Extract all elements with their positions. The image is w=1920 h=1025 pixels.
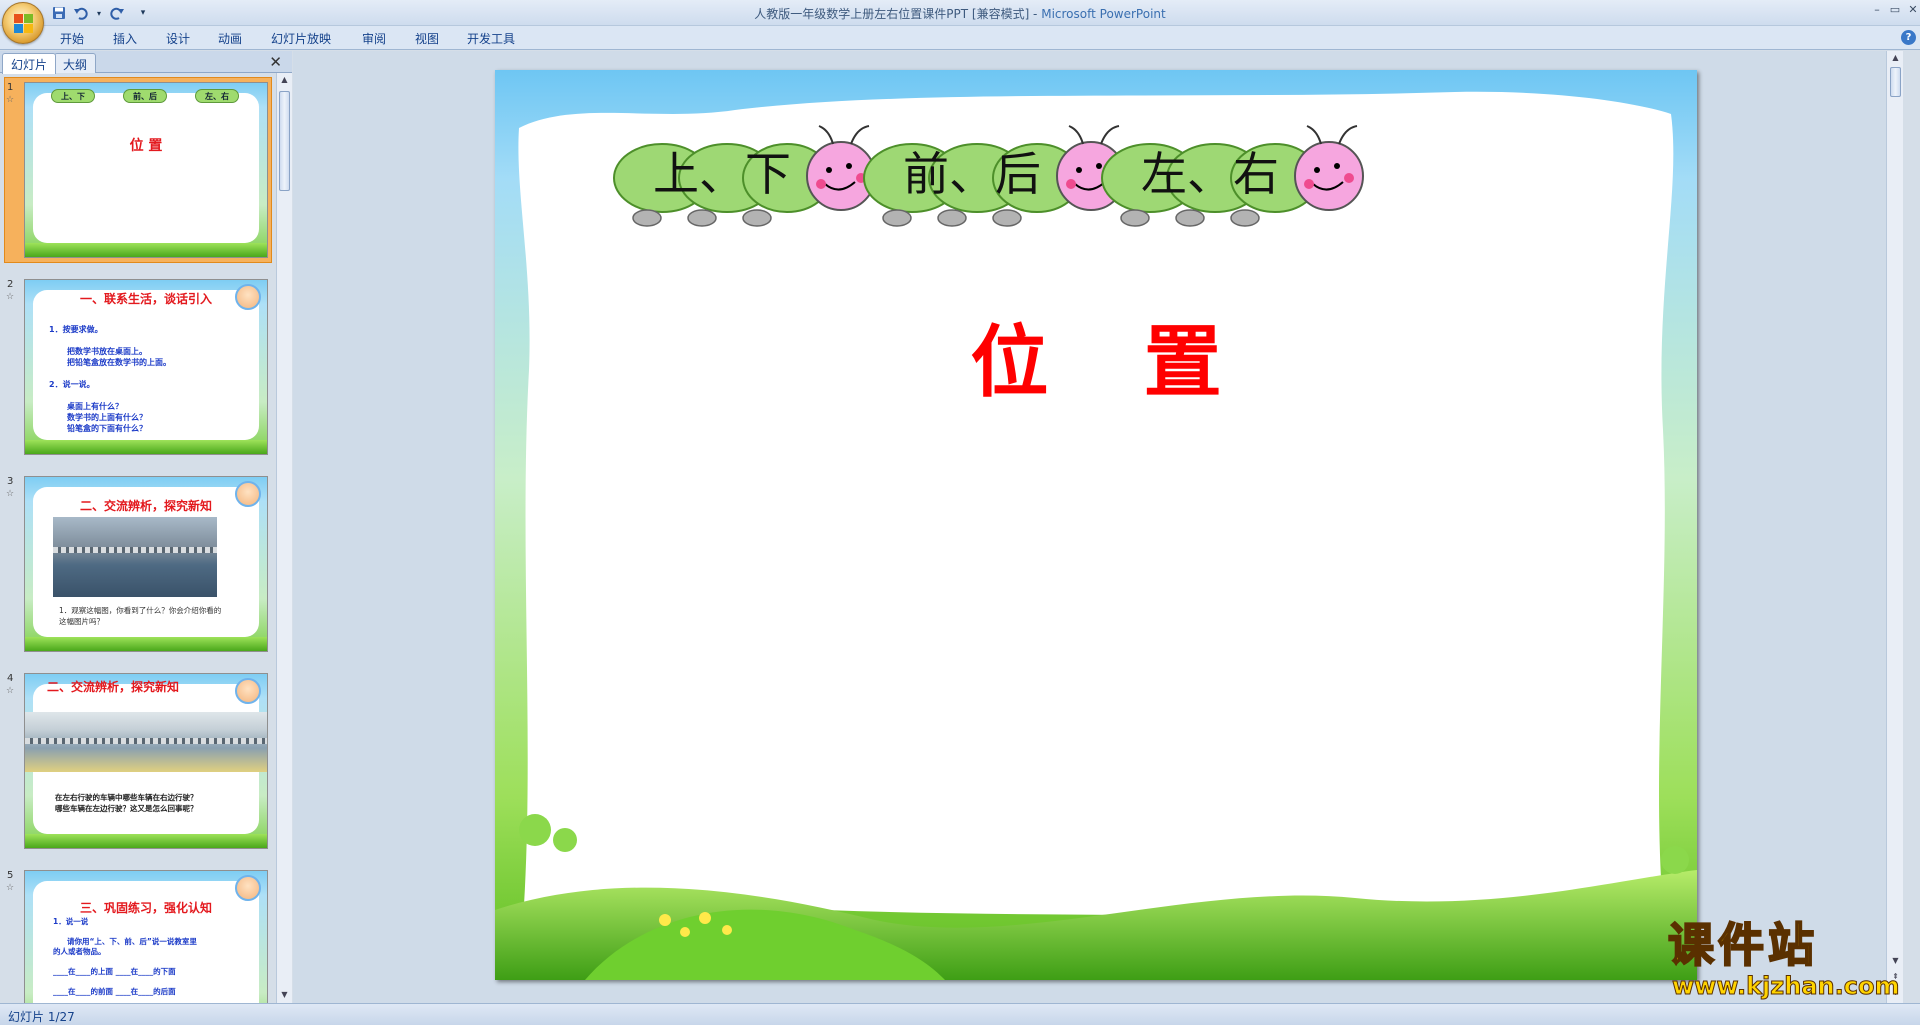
slide-scrollbar[interactable]: ▲ ▼ ⇞ ⇟	[1886, 51, 1903, 1003]
close-pane-icon[interactable]: ✕	[269, 53, 282, 71]
slide-thumbnail-3[interactable]: 3 ☆ 二、交流辨析，探究新知 1．观察这幅图，你看到了什么？你会介绍你看的 这…	[0, 471, 276, 657]
tab-home[interactable]: 开始	[60, 30, 84, 47]
thumb-title: 一、联系生活，谈话引入	[79, 292, 212, 306]
thumb-caption: 1．观察这幅图，你看到了什么？你会介绍你看的 这幅图片吗？	[59, 606, 222, 626]
slide-thumbnails: 1 ☆ 上、下 前、后 左、右 位 置 2 ☆ 一、联系生活，谈话引入 1．按要…	[0, 73, 276, 1003]
transition-star-icon: ☆	[6, 95, 15, 105]
bridge-photo	[53, 517, 217, 597]
slide-number: 2	[7, 279, 14, 290]
watermark-title: 课件站	[1667, 917, 1818, 973]
slide-thumbnail-5[interactable]: 5 ☆ 三、巩固练习，强化认知 1．说一说 请你用“上、下、前、后”说一说教室里…	[0, 865, 276, 1003]
app-name: Microsoft PowerPoint	[1041, 7, 1166, 21]
transition-star-icon: ☆	[6, 883, 15, 893]
transition-star-icon: ☆	[6, 686, 15, 696]
slide-preview: 一、联系生活，谈话引入 1．按要求做。 把数学书放在桌面上。 把铅笔盒放在数学书…	[24, 279, 268, 455]
tab-slides[interactable]: 幻灯片	[2, 53, 57, 74]
slide-thumbnail-1[interactable]: 1 ☆ 上、下 前、后 左、右 位 置	[0, 77, 276, 263]
cartoon-boy-icon	[235, 875, 261, 901]
slide-title[interactable]: 位 置	[495, 300, 1697, 412]
slide-thumbnail-4[interactable]: 4 ☆ 二、交流辨析，探究新知 在左右行驶的车辆中哪些车辆在右边行驶？ 哪些车辆…	[0, 668, 276, 854]
scroll-thumb[interactable]	[279, 91, 290, 191]
slide-number: 1	[7, 82, 14, 93]
thumb-title: 二、交流辨析，探究新知	[79, 499, 212, 513]
caterpillar-label: 上、下	[653, 147, 791, 201]
caterpillar-left-right: 左、右	[1095, 120, 1395, 230]
slide-editing-area: 上、下 前、后 左、右 位 置 ▲ ▼ ⇞ ⇟	[293, 51, 1903, 1003]
current-slide[interactable]: 上、下 前、后 左、右 位 置	[495, 70, 1697, 980]
office-logo-icon	[14, 14, 34, 34]
transition-star-icon: ☆	[6, 292, 15, 302]
pane-tabs: 幻灯片 大纲 ✕	[0, 51, 292, 74]
tab-insert[interactable]: 插入	[113, 30, 137, 47]
bridge-photo	[25, 712, 267, 772]
watermark-url: www.kjzhan.com	[1671, 972, 1900, 1001]
transition-star-icon: ☆	[6, 489, 15, 499]
tab-slideshow[interactable]: 幻灯片放映	[271, 30, 331, 47]
document-title: 人教版一年级数学上册左右位置课件PPT [兼容模式] -	[754, 7, 1042, 21]
status-bar: 幻灯片 1/27	[0, 1003, 1920, 1025]
slide-thumbnail-2[interactable]: 2 ☆ 一、联系生活，谈话引入 1．按要求做。 把数学书放在桌面上。 把铅笔盒放…	[0, 274, 276, 460]
tab-outline[interactable]: 大纲	[54, 53, 97, 73]
slide-number: 3	[7, 476, 14, 487]
thumb-text: 1．按要求做。 把数学书放在桌面上。 把铅笔盒放在数学书的上面。 2．说一说。 …	[49, 325, 171, 433]
slides-pane: 幻灯片 大纲 ✕ 1 ☆ 上、下 前、后 左、右 位 置 2 ☆ 一、联系生活，…	[0, 51, 292, 1003]
scroll-up-icon[interactable]: ▲	[279, 75, 290, 86]
thumb-caption: 在左右行驶的车辆中哪些车辆在右边行驶？ 哪些车辆在左边行驶？这又是怎么回事呢？	[55, 793, 198, 813]
mini-caterpillar: 前、后	[123, 89, 167, 103]
watermark: 课件站 www.kjzhan.com	[1667, 917, 1910, 1002]
office-button[interactable]	[2, 2, 44, 44]
title-bar: ▾ ▾ 人教版一年级数学上册左右位置课件PPT [兼容模式] - Microso…	[0, 0, 1920, 26]
thumb-title: 三、巩固练习，强化认知	[79, 901, 212, 915]
close-button[interactable]: ✕	[1902, 2, 1920, 18]
slide-number: 4	[7, 673, 14, 684]
mini-caterpillar: 上、下	[51, 89, 95, 103]
caterpillar-label: 前、后	[903, 147, 1041, 201]
mini-caterpillar: 左、右	[195, 89, 239, 103]
scroll-thumb[interactable]	[1890, 67, 1901, 97]
caterpillar-label: 左、右	[1141, 147, 1279, 201]
thumb-title: 二、交流辨析，探究新知	[47, 680, 180, 694]
scroll-up-icon[interactable]: ▲	[1890, 53, 1901, 64]
tab-animations[interactable]: 动画	[218, 30, 242, 47]
thumbnail-scrollbar[interactable]: ▲ ▼	[276, 73, 292, 1003]
tab-developer[interactable]: 开发工具	[467, 30, 515, 47]
help-icon[interactable]: ?	[1901, 30, 1916, 45]
scroll-down-icon[interactable]: ▼	[279, 990, 290, 1001]
slide-preview: 三、巩固练习，强化认知 1．说一说 请你用“上、下、前、后”说一说教室里 的人或…	[24, 870, 268, 1003]
slide-preview: 上、下 前、后 左、右 位 置	[24, 82, 268, 258]
slide-preview: 二、交流辨析，探究新知 1．观察这幅图，你看到了什么？你会介绍你看的 这幅图片吗…	[24, 476, 268, 652]
tab-design[interactable]: 设计	[166, 30, 190, 47]
slide-number: 5	[7, 870, 14, 881]
slide-counter: 幻灯片 1/27	[8, 1010, 75, 1024]
tab-review[interactable]: 审阅	[362, 30, 386, 47]
slide-preview: 二、交流辨析，探究新知 在左右行驶的车辆中哪些车辆在右边行驶？ 哪些车辆在左边行…	[24, 673, 268, 849]
powerpoint-window: ▾ ▾ 人教版一年级数学上册左右位置课件PPT [兼容模式] - Microso…	[0, 0, 1920, 1025]
thumb-text: 1．说一说 请你用“上、下、前、后”说一说教室里 的人或者物品。 ____在__…	[53, 917, 197, 996]
window-title: 人教版一年级数学上册左右位置课件PPT [兼容模式] - Microsoft P…	[0, 5, 1920, 22]
tab-view[interactable]: 视图	[415, 30, 439, 47]
thumb-title: 位 置	[129, 138, 163, 154]
ribbon-tabs: 开始 插入 设计 动画 幻灯片放映 审阅 视图 开发工具 ?	[0, 26, 1920, 50]
